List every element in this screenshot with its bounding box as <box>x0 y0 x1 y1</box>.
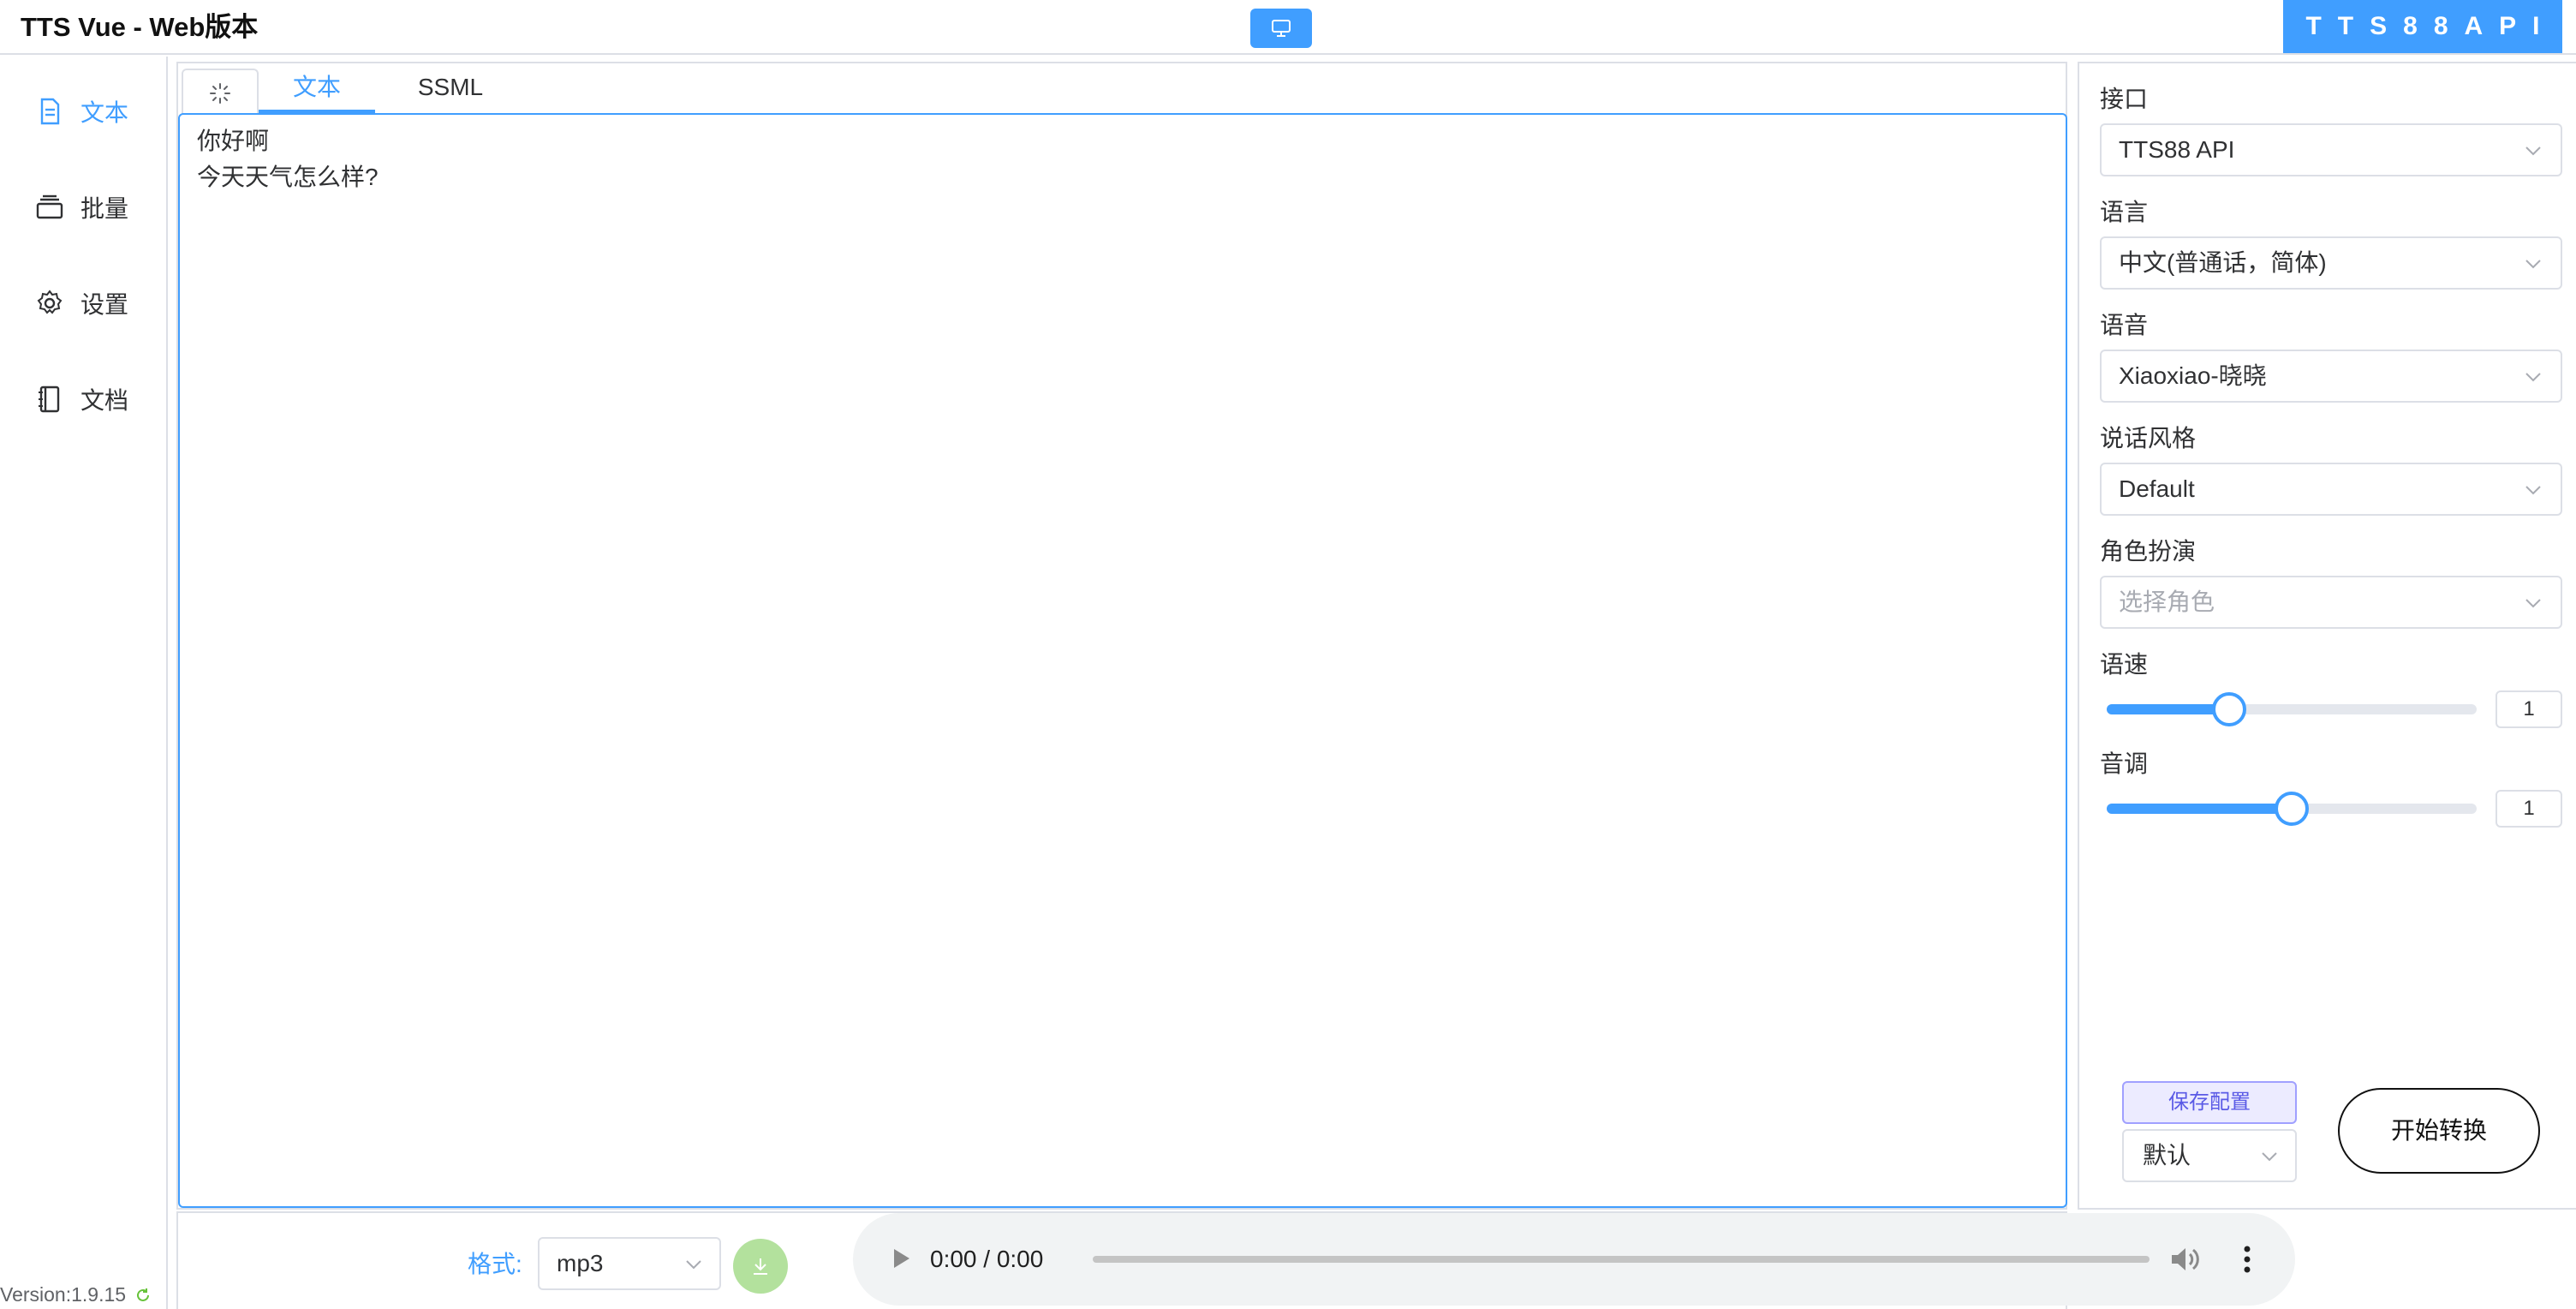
settings-panel: 接口 TTS88 API 语言 中文(普通话，简体) 语音 Xiaoxiao-晓… <box>2078 62 2576 1210</box>
style-select[interactable]: Default <box>2100 463 2562 516</box>
version-text: Version:1.9.15 <box>0 1283 127 1306</box>
app-header: TTS Vue - Web版本 TTS88API <box>0 0 2576 55</box>
refresh-icon[interactable] <box>134 1287 152 1304</box>
api-label: 接口 <box>2100 86 2149 112</box>
chevron-down-icon <box>2262 1152 2277 1162</box>
notebook-icon <box>39 386 60 413</box>
sidebar-item-label: 文本 <box>80 99 129 126</box>
role-select[interactable]: 选择角色 <box>2100 576 2562 629</box>
chevron-down-icon <box>2525 146 2541 156</box>
save-config-button[interactable]: 保存配置 <box>2122 1081 2297 1124</box>
document-icon <box>40 98 60 125</box>
format-value: mp3 <box>557 1250 604 1276</box>
audio-player: 0:00 / 0:00 <box>853 1213 2295 1306</box>
sidebar-item-settings[interactable]: 设置 <box>34 281 128 326</box>
sidebar-item-docs[interactable]: 文档 <box>34 377 128 421</box>
voice-label: 语音 <box>2100 312 2149 338</box>
layers-icon <box>36 194 63 219</box>
language-select[interactable]: 中文(普通话，简体) <box>2100 236 2562 290</box>
format-select[interactable]: mp3 <box>538 1237 721 1290</box>
sidebar-item-label: 批量 <box>80 195 129 222</box>
chevron-down-icon <box>2525 599 2541 608</box>
app-title: TTS Vue - Web版本 <box>21 12 259 42</box>
chevron-down-icon <box>2525 486 2541 495</box>
api-value: TTS88 API <box>2119 136 2235 163</box>
monitor-button[interactable] <box>1250 9 1312 48</box>
speed-slider[interactable] <box>2107 692 2477 726</box>
bottom-bar: 格式: mp3 0:00 / 0:00 <box>176 1211 2295 1309</box>
audio-progress-track[interactable] <box>1093 1256 2150 1263</box>
download-icon <box>754 1258 767 1275</box>
style-label: 说话风格 <box>2100 425 2197 451</box>
sidebar-item-label: 设置 <box>80 291 129 318</box>
chevron-down-icon <box>2525 260 2541 269</box>
chevron-down-icon <box>2525 373 2541 382</box>
sidebar-item-batch[interactable]: 批量 <box>34 185 128 230</box>
speed-slider-thumb[interactable] <box>2211 692 2246 726</box>
pitch-slider-fill <box>2107 804 2292 814</box>
editor-panel: 文本 SSML 你好啊 今天天气怎么样? <box>176 62 2067 1210</box>
download-button[interactable] <box>733 1239 788 1294</box>
format-label: 格式: <box>468 1251 522 1277</box>
version-info: Version:1.9.15 <box>0 1283 152 1306</box>
text-line: 你好啊 <box>197 128 270 154</box>
text-line: 今天天气怎么样? <box>197 164 379 190</box>
loading-icon <box>210 83 230 104</box>
pitch-label: 音调 <box>2100 750 2149 777</box>
play-icon[interactable] <box>887 1244 915 1273</box>
brand-badge[interactable]: TTS88API <box>2283 0 2562 53</box>
preset-value: 默认 <box>2143 1142 2191 1169</box>
style-value: Default <box>2119 475 2195 502</box>
preset-select[interactable]: 默认 <box>2122 1129 2297 1182</box>
pitch-value-box[interactable]: 1 <box>2496 790 2562 828</box>
loading-tab[interactable] <box>182 69 259 117</box>
tab-text[interactable]: 文本 <box>259 69 375 113</box>
voice-select[interactable]: Xiaoxiao-晓晓 <box>2100 350 2562 403</box>
audio-time: 0:00 / 0:00 <box>930 1246 1044 1272</box>
pitch-slider-thumb[interactable] <box>2275 792 2309 826</box>
editor-tabs: 文本 SSML <box>178 63 2066 117</box>
monitor-icon <box>1272 20 1291 37</box>
role-placeholder: 选择角色 <box>2119 589 2215 615</box>
pitch-slider[interactable] <box>2107 792 2477 826</box>
api-select[interactable]: TTS88 API <box>2100 123 2562 176</box>
start-convert-button[interactable]: 开始转换 <box>2338 1088 2540 1174</box>
tab-ssml[interactable]: SSML <box>392 69 509 113</box>
language-label: 语言 <box>2100 199 2149 225</box>
speed-value-box[interactable]: 1 <box>2496 690 2562 728</box>
volume-icon[interactable] <box>2168 1244 2203 1275</box>
role-label: 角色扮演 <box>2100 538 2197 565</box>
sidebar: 文本 批量 设置 文档 <box>0 57 168 1309</box>
text-input[interactable]: 你好啊 今天天气怎么样? <box>178 113 2067 1208</box>
more-options-icon[interactable] <box>2239 1242 2256 1276</box>
speed-slider-fill <box>2107 704 2229 714</box>
sidebar-item-label: 文档 <box>80 387 129 414</box>
language-value: 中文(普通话，简体) <box>2119 249 2327 276</box>
voice-value: Xiaoxiao-晓晓 <box>2119 362 2267 389</box>
sidebar-item-text[interactable]: 文本 <box>34 89 128 134</box>
speed-label: 语速 <box>2100 651 2149 678</box>
chevron-down-icon <box>686 1260 701 1270</box>
gear-icon <box>37 290 63 314</box>
